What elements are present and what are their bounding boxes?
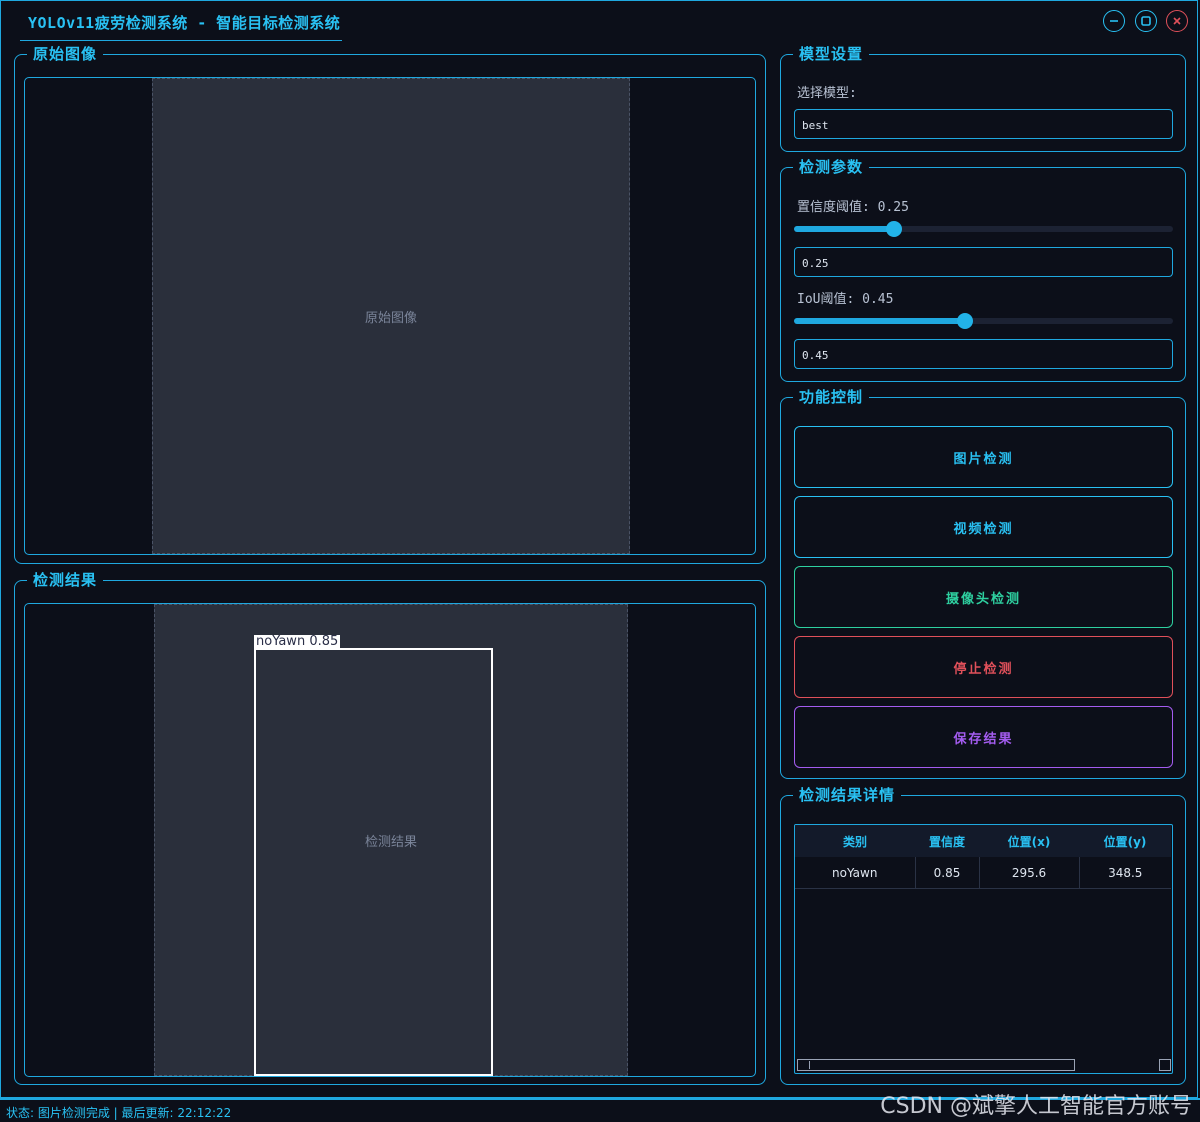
result-details-title: 检测结果详情 <box>793 785 902 805</box>
confidence-slider[interactable] <box>794 221 1173 237</box>
original-image-view: 原始图像 <box>24 77 756 555</box>
column-header-class[interactable]: 类别 <box>795 825 915 857</box>
column-header-confidence[interactable]: 置信度 <box>915 825 979 857</box>
model-settings-title: 模型设置 <box>793 44 870 64</box>
status-bar: 状态: 图片检测完成 | 最后更新: 22:12:22 <box>6 1106 232 1120</box>
result-details-group: 检测结果详情 类别 置信度 位置(x) 位置(y) noYawn 0.85 29… <box>780 785 1186 1085</box>
maximize-button[interactable] <box>1135 10 1157 32</box>
table-row[interactable]: noYawn 0.85 295.6 348.5 <box>795 857 1171 889</box>
stop-detect-button[interactable]: 停止检测 <box>794 636 1173 698</box>
detection-params-group: 检测参数 置信度阈值: 0.25 0.25 IoU阈值: 0.45 0.45 <box>780 157 1186 382</box>
result-table-container: 类别 置信度 位置(x) 位置(y) noYawn 0.85 295.6 348… <box>794 824 1173 1074</box>
original-image-title: 原始图像 <box>27 44 104 64</box>
minimize-button[interactable] <box>1103 10 1125 32</box>
original-image-group: 原始图像 原始图像 <box>14 44 766 564</box>
watermark: CSDN @斌擎人工智能官方账号 <box>880 1094 1192 1119</box>
maximize-icon <box>1141 16 1151 26</box>
confidence-slider-fill <box>794 226 894 232</box>
close-button[interactable] <box>1166 10 1188 32</box>
image-detect-button[interactable]: 图片检测 <box>794 426 1173 488</box>
detection-bounding-box: noYawn 0.85 <box>254 635 493 1076</box>
function-control-title: 功能控制 <box>793 387 870 407</box>
iou-slider-handle[interactable] <box>956 313 973 329</box>
column-header-x[interactable]: 位置(x) <box>979 825 1079 857</box>
cell-y: 348.5 <box>1079 857 1171 889</box>
detection-result-group: 检测结果 检测结果 noYawn 0.85 <box>14 570 766 1085</box>
cell-x: 295.6 <box>979 857 1080 889</box>
camera-detect-button[interactable]: 摄像头检测 <box>794 566 1173 628</box>
close-icon <box>1173 17 1181 25</box>
model-settings-group: 模型设置 选择模型: best <box>780 44 1186 152</box>
save-result-button[interactable]: 保存结果 <box>794 706 1173 768</box>
detection-box-label: noYawn 0.85 <box>254 634 341 649</box>
cell-confidence: 0.85 <box>915 857 980 889</box>
table-header-row: 类别 置信度 位置(x) 位置(y) <box>795 825 1171 857</box>
model-select[interactable]: best <box>794 109 1173 139</box>
function-control-group: 功能控制 图片检测 视频检测 摄像头检测 停止检测 保存结果 <box>780 387 1186 779</box>
original-image: 原始图像 <box>152 78 630 554</box>
minimize-icon <box>1110 20 1118 22</box>
confidence-label: 置信度阈值: 0.25 <box>797 200 909 215</box>
video-detect-button[interactable]: 视频检测 <box>794 496 1173 558</box>
select-model-label: 选择模型: <box>797 86 857 101</box>
result-image-view: 检测结果 noYawn 0.85 <box>24 603 756 1077</box>
title-underline <box>20 40 342 41</box>
cell-class: noYawn <box>795 857 916 889</box>
iou-slider-fill <box>794 318 965 324</box>
iou-slider[interactable] <box>794 313 1173 329</box>
confidence-input[interactable]: 0.25 <box>794 247 1173 277</box>
confidence-slider-handle[interactable] <box>885 221 902 237</box>
detection-params-title: 检测参数 <box>793 157 870 177</box>
iou-label: IoU阈值: 0.45 <box>797 292 894 307</box>
scrollbar-corner <box>1159 1059 1171 1071</box>
horizontal-scrollbar[interactable] <box>797 1059 1075 1071</box>
detection-result-title: 检测结果 <box>27 570 104 590</box>
result-table: 类别 置信度 位置(x) 位置(y) noYawn 0.85 295.6 348… <box>795 825 1171 889</box>
scrollbar-handle[interactable] <box>799 1061 810 1069</box>
window-title: YOLOv11疲劳检测系统 - 智能目标检测系统 <box>28 14 341 32</box>
column-header-y[interactable]: 位置(y) <box>1079 825 1171 857</box>
iou-input[interactable]: 0.45 <box>794 339 1173 369</box>
